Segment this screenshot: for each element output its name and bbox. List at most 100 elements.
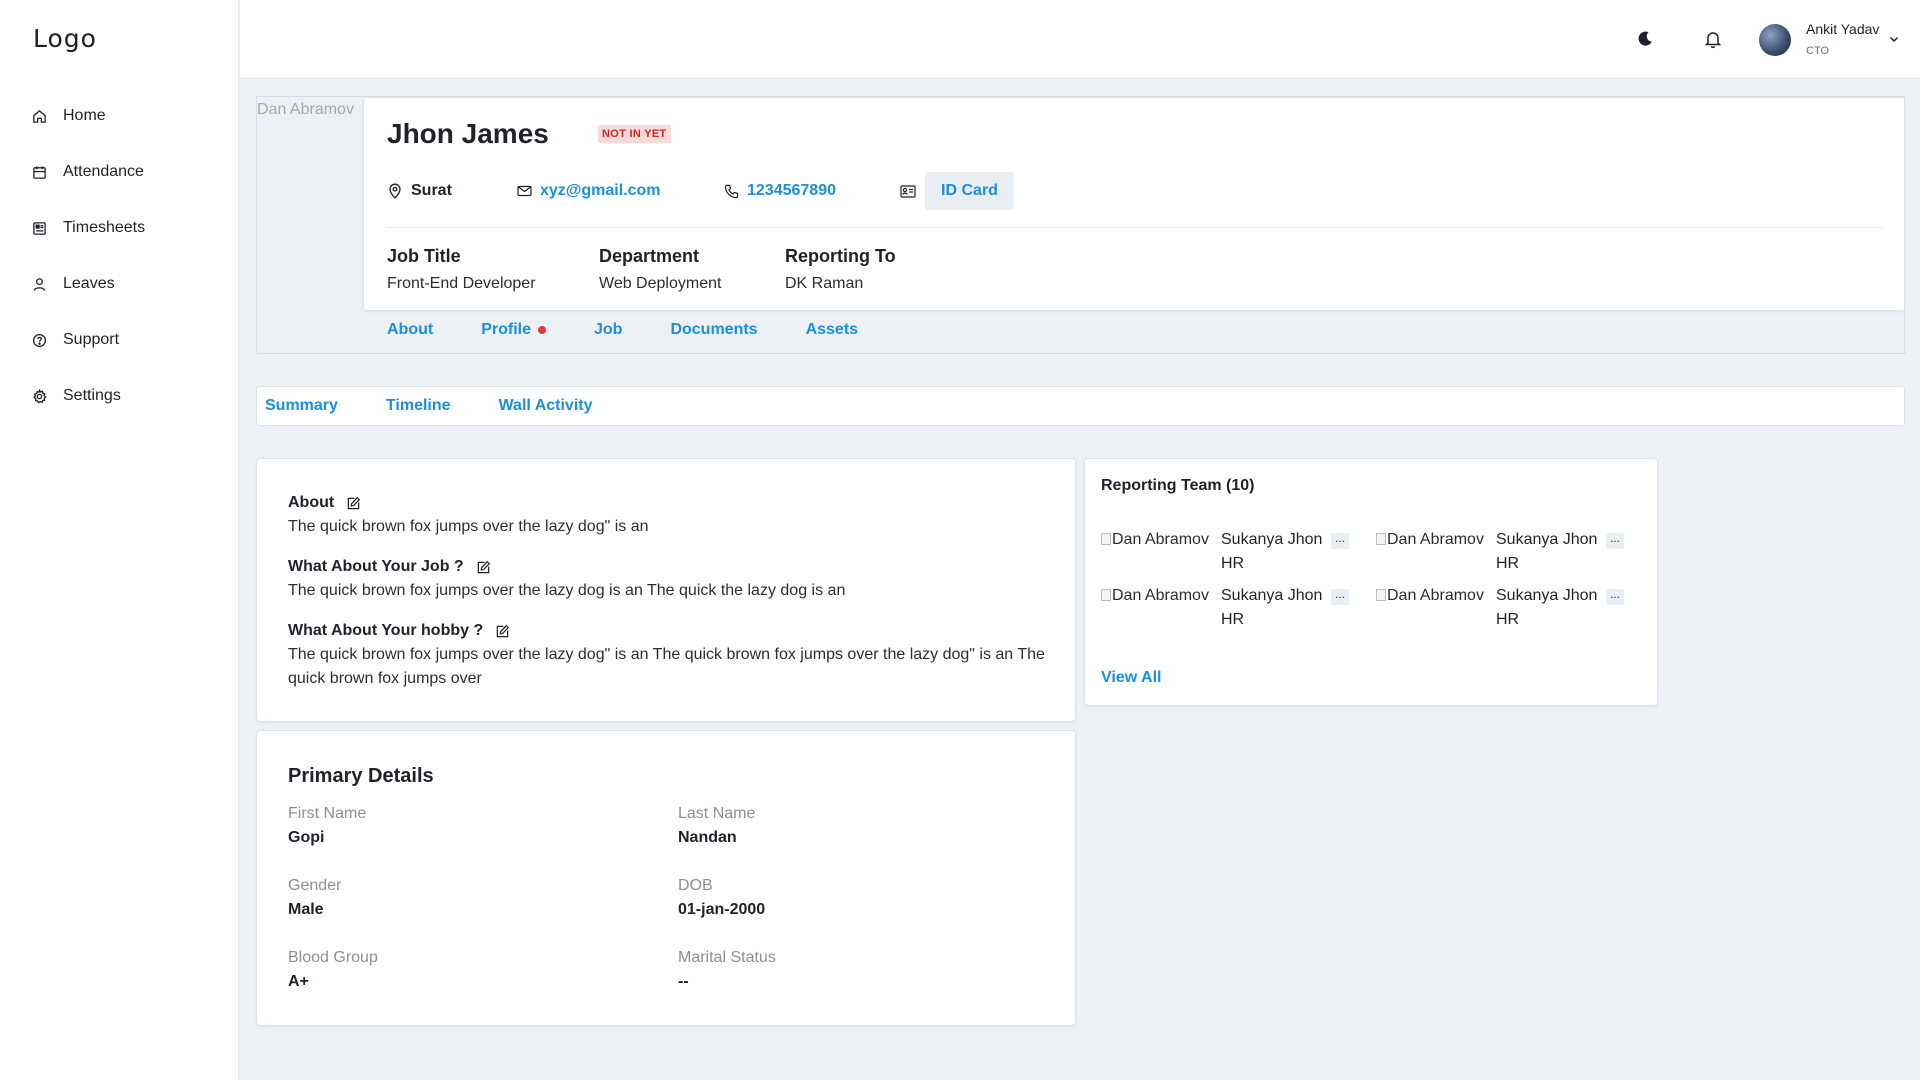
field-label: Gender (288, 877, 342, 894)
field-value: A+ (288, 973, 309, 990)
more-options-button[interactable]: ... (1331, 588, 1349, 605)
department-value: Web Deployment (599, 275, 722, 292)
field-label: Last Name (678, 805, 756, 822)
team-member[interactable]: Dan Abramov Sukanya Jhon HR ... (1376, 531, 1646, 583)
tab-wall-activity[interactable]: Wall Activity (499, 397, 593, 415)
job-title-block: Job Title Front-End Developer (387, 246, 536, 293)
phone-link[interactable]: 1234567890 (747, 182, 836, 200)
email[interactable]: xyz@gmail.com (516, 180, 661, 202)
avatar[interactable] (1759, 24, 1791, 56)
more-options-button[interactable]: ... (1606, 588, 1624, 605)
more-options-button[interactable]: ... (1331, 532, 1349, 549)
member-name: Sukanya Jhon (1496, 531, 1598, 548)
broken-image-icon (1101, 589, 1111, 601)
member-image: Dan Abramov (1376, 531, 1486, 549)
phone-icon (723, 183, 739, 199)
tab-label: About (387, 321, 434, 338)
tab-profile[interactable]: Profile (481, 321, 546, 339)
about-text: The quick brown fox jumps over the lazy … (288, 518, 649, 535)
member-image-alt: Dan Abramov (1112, 587, 1209, 604)
phone[interactable]: 1234567890 (723, 180, 836, 202)
home-icon (31, 108, 47, 124)
sidebar-item-leaves[interactable]: Leaves (0, 256, 238, 312)
job-title-label: Job Title (387, 246, 461, 266)
sidebar-item-settings[interactable]: Settings (0, 368, 238, 424)
field-value: Male (288, 901, 324, 918)
reporting-team-title: Reporting Team (10) (1101, 477, 1255, 494)
divider (387, 227, 1883, 228)
team-member[interactable]: Dan Abramov Sukanya Jhon HR ... (1101, 531, 1371, 583)
about-card: About The quick brown fox jumps over the… (256, 458, 1076, 722)
primary-details-card: Primary Details First Name Gopi Last Nam… (256, 730, 1076, 1026)
profile-tabs: About Profile Job Documents Assets (387, 321, 906, 339)
profile-image: Dan Abramov (257, 101, 354, 118)
member-role: HR (1496, 555, 1520, 572)
sidebar-nav: Home Attendance Timesheets Leaves Suppor… (0, 88, 238, 424)
sidebar-item-label: Leaves (63, 275, 115, 292)
tab-label: Assets (805, 321, 859, 338)
team-member[interactable]: Dan Abramov Sukanya Jhon HR ... (1376, 587, 1646, 639)
email-link[interactable]: xyz@gmail.com (540, 182, 661, 200)
location-pin-icon (387, 183, 403, 199)
sidebar-item-timesheets[interactable]: Timesheets (0, 200, 238, 256)
sidebar-item-support[interactable]: Support (0, 312, 238, 368)
tab-label: Documents (670, 321, 758, 338)
dark-mode-icon[interactable] (1635, 29, 1655, 49)
help-icon (31, 332, 47, 348)
team-member[interactable]: Dan Abramov Sukanya Jhon HR ... (1101, 587, 1371, 639)
field-label: First Name (288, 805, 367, 822)
sidebar-item-label: Timesheets (63, 219, 146, 236)
first-name-field: First Name Gopi (288, 805, 366, 847)
bell-icon[interactable] (1703, 29, 1723, 49)
marital-status-field: Marital Status -- (678, 949, 776, 991)
tab-job[interactable]: Job (594, 321, 622, 339)
sidebar-item-attendance[interactable]: Attendance (0, 144, 238, 200)
hobby-question-title: What About Your hobby ? (288, 622, 484, 639)
reporting-to-label: Reporting To (785, 246, 896, 266)
edit-icon[interactable] (495, 623, 511, 639)
dob-field: DOB 01-jan-2000 (678, 877, 765, 919)
tab-assets[interactable]: Assets (806, 321, 858, 339)
about-heading: About (288, 494, 362, 512)
member-role: HR (1496, 611, 1520, 628)
profile-name: Jhon James (387, 118, 549, 149)
tab-label: Job (594, 321, 623, 338)
sidebar: Logo Home Attendance Timesheets Leaves S… (0, 0, 239, 1080)
profile-card: Jhon James NOT IN YET Surat xyz@gmail.co… (363, 97, 1905, 311)
member-role: HR (1221, 611, 1245, 628)
view-all-link[interactable]: View All (1101, 669, 1161, 687)
field-label: Blood Group (288, 949, 378, 966)
user-name[interactable]: Ankit Yadav (1806, 21, 1879, 37)
blood-group-field: Blood Group A+ (288, 949, 378, 991)
tab-about[interactable]: About (387, 321, 433, 339)
sub-tabs: Summary Timeline Wall Activity (256, 386, 1905, 426)
sidebar-item-home[interactable]: Home (0, 88, 238, 144)
broken-image-icon (1376, 533, 1386, 545)
member-image-alt: Dan Abramov (1112, 531, 1209, 548)
tab-documents[interactable]: Documents (670, 321, 757, 339)
user-icon (31, 276, 47, 292)
logo[interactable]: Logo (33, 24, 97, 53)
hobby-question-text: The quick brown fox jumps over the lazy … (288, 646, 1045, 687)
tab-summary[interactable]: Summary (265, 397, 338, 415)
member-image: Dan Abramov (1101, 587, 1211, 605)
edit-icon[interactable] (476, 559, 492, 575)
chevron-down-icon[interactable] (1888, 32, 1900, 50)
field-label: DOB (678, 877, 713, 894)
location: Surat (387, 180, 452, 202)
gender-field: Gender Male (288, 877, 341, 919)
member-image-alt: Dan Abramov (1387, 587, 1484, 604)
field-value: -- (678, 973, 689, 990)
edit-icon[interactable] (346, 495, 362, 511)
member-name: Sukanya Jhon (1221, 531, 1323, 548)
id-card-button[interactable]: ID Card (925, 172, 1014, 210)
department-block: Department Web Deployment (599, 246, 721, 293)
member-image-alt: Dan Abramov (1387, 531, 1484, 548)
reporting-to-block: Reporting To DK Raman (785, 246, 896, 293)
job-question-heading: What About Your Job ? (288, 558, 492, 576)
more-options-button[interactable]: ... (1606, 532, 1624, 549)
field-value: Nandan (678, 829, 737, 846)
calendar-icon (31, 164, 47, 180)
job-question-text: The quick brown fox jumps over the lazy … (288, 582, 846, 599)
tab-timeline[interactable]: Timeline (386, 397, 451, 415)
